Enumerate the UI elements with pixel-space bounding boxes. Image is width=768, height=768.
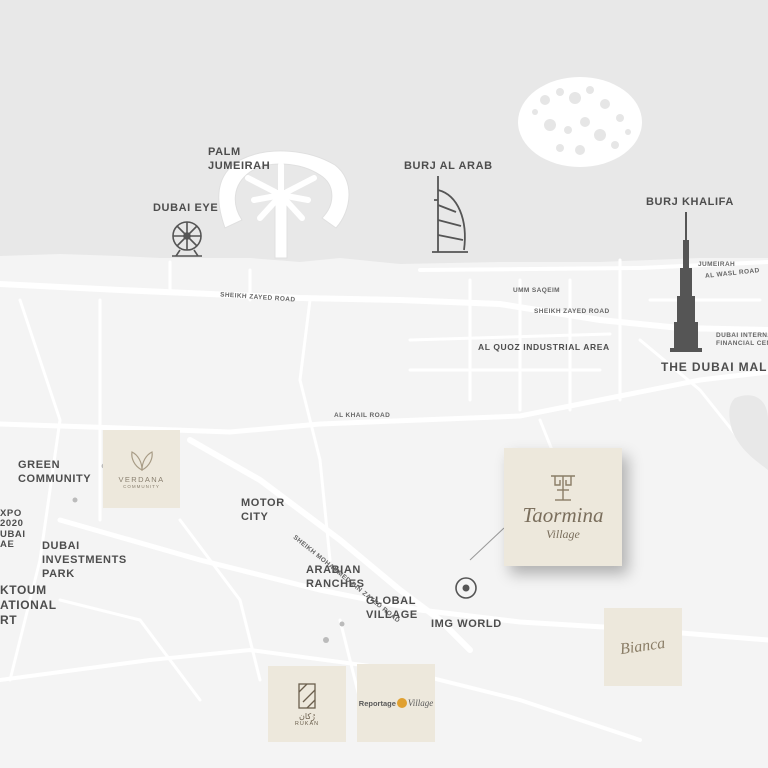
green-community-label: GREEN COMMUNITY <box>18 459 92 485</box>
jumeirah-road-label: JUMEIRAH <box>698 261 736 268</box>
location-pin-icon <box>455 577 477 599</box>
reportage-title: Reportage <box>358 698 396 708</box>
creek <box>729 395 768 470</box>
taormina-subtitle: Village <box>546 526 580 541</box>
reportage-dot-icon <box>396 698 407 708</box>
umm-suqeim-label: UMM SAQEIM <box>513 287 560 294</box>
verdana-community-card[interactable]: VERDANA COMMUNITY <box>103 430 180 508</box>
verdana-leaf-icon <box>130 450 153 471</box>
palm-jumeirah-label: PALM JUMEIRAH <box>208 146 271 172</box>
dubai-mall-label: THE DUBAI MAL <box>661 360 768 374</box>
sea <box>0 0 768 264</box>
motor-city-label: MOTOR CITY <box>241 497 285 523</box>
verdana-title: VERDANA <box>118 474 165 484</box>
reportage-village-card[interactable]: Reportage Village <box>357 664 435 742</box>
taormina-title: Taormina <box>522 502 604 527</box>
sheikh-zayed-road-label-right: SHEIKH ZAYED ROAD <box>534 308 610 315</box>
rukan-title: RUKAN <box>294 720 320 727</box>
img-world-label: IMG WORLD <box>431 618 502 630</box>
bianca-title: Bianca <box>619 634 667 659</box>
rukan-arabic: رُكان <box>299 711 315 721</box>
bianca-card[interactable]: Bianca <box>604 608 682 686</box>
taormina-village-card[interactable]: Taormina Village <box>504 448 622 566</box>
verdana-subtitle: COMMUNITY <box>123 483 160 489</box>
dubai-investments-park-label: DUBAI INVESTMENTS PARK <box>42 540 127 580</box>
rukan-card[interactable]: رُكان RUKAN <box>268 666 346 742</box>
maktoum-airport-label: KTOUM ATIONAL RT <box>0 583 57 627</box>
map-canvas[interactable]: PALM JUMEIRAH DUBAI EYE BURJ AL ARAB BUR… <box>0 0 768 768</box>
rukan-logo-icon <box>298 682 316 709</box>
dubai-eye-label: DUBAI EYE <box>153 202 219 214</box>
reportage-village-title: Village <box>407 698 434 708</box>
burj-al-arab-label: BURJ AL ARAB <box>404 160 493 172</box>
al-quoz-label: AL QUOZ INDUSTRIAL AREA <box>478 342 610 352</box>
expo-2020-label: XPO 2020 UBAI AE <box>0 508 26 551</box>
taormina-logo-icon <box>551 474 575 501</box>
difc-label: DUBAI INTERNATI FINANCIAL CENTE <box>716 332 768 348</box>
burj-khalifa-label: BURJ KHALIFA <box>646 196 734 208</box>
al-khail-road-label: AL KHAIL ROAD <box>334 412 391 419</box>
